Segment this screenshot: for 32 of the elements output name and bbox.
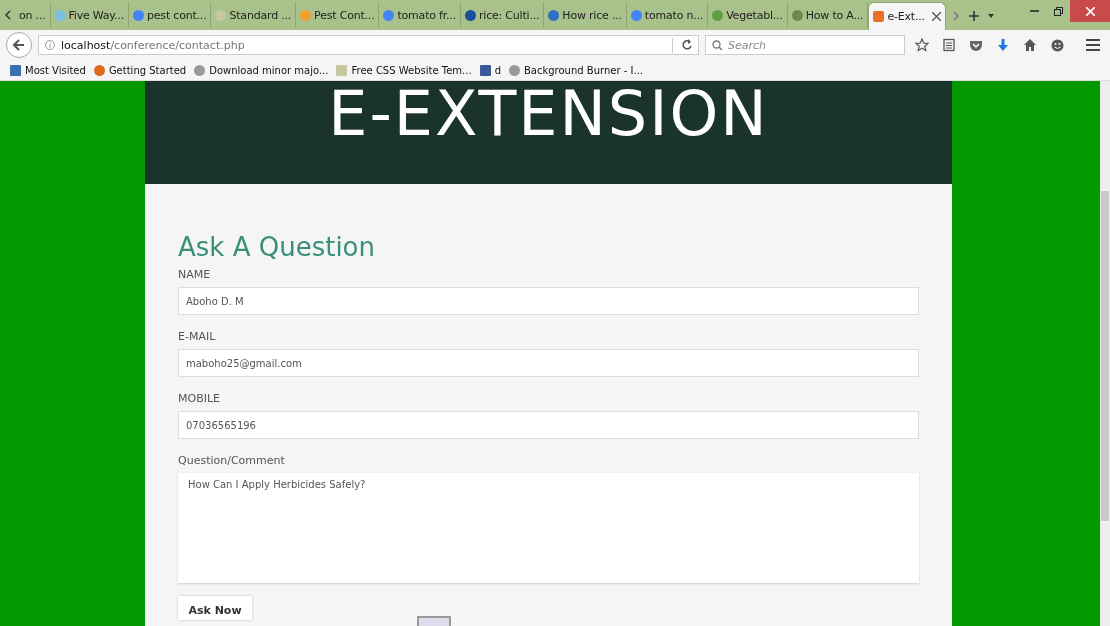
text-area[interactable]: How Can I Apply Herbicides Safely? (178, 473, 919, 583)
field-label: MOBILE (178, 392, 222, 405)
browser-tab[interactable]: tomato n... (626, 2, 709, 28)
field-label: Question/Comment (178, 454, 286, 467)
browser-tab[interactable]: Pest Cont... (296, 2, 380, 28)
browser-tab[interactable]: e-Ext... (868, 2, 946, 30)
field-label: NAME (178, 268, 212, 281)
text-field[interactable]: 07036565196 (178, 411, 919, 439)
text-field[interactable]: Aboho D. M (178, 287, 919, 315)
browser-tab[interactable]: pest cont... (129, 2, 212, 28)
bookmark-link[interactable]: Most Visited (10, 64, 86, 76)
bookmark-link[interactable]: Background Burner - I... (509, 64, 643, 76)
text-field[interactable]: maboho25@gmail.com (178, 349, 919, 377)
search-field[interactable]: Search (705, 35, 905, 55)
browser-tab[interactable]: Vegetabl... (708, 2, 788, 28)
browser-tab[interactable]: How rice ... (544, 2, 627, 28)
search-placeholder: Search (728, 38, 767, 52)
bookmark-link[interactable]: Free CSS Website Tem... (336, 64, 472, 76)
url-field[interactable]: localhost/conference/contact.php (38, 35, 699, 55)
browser-tab[interactable]: rice: Culti... (460, 2, 545, 28)
browser-tab[interactable]: Five Way... (50, 2, 129, 28)
bookmark-link[interactable]: Getting Started (93, 64, 187, 76)
ask-now-button[interactable]: Ask Now (178, 596, 252, 620)
field-label: E-MAIL (178, 330, 217, 343)
browser-tab[interactable]: on ... (15, 2, 51, 28)
form-heading: Ask A Question (178, 232, 376, 262)
site-title: E-EXTENSION (328, 83, 769, 145)
url-text: localhost/conference/contact.php (61, 38, 245, 52)
bookmark-link[interactable]: d (479, 64, 501, 76)
bookmark-link[interactable]: Download minor majo... (194, 64, 329, 76)
browser-tab[interactable]: tomato fr... (379, 2, 461, 28)
browser-tab[interactable]: Standard ... (211, 2, 297, 28)
